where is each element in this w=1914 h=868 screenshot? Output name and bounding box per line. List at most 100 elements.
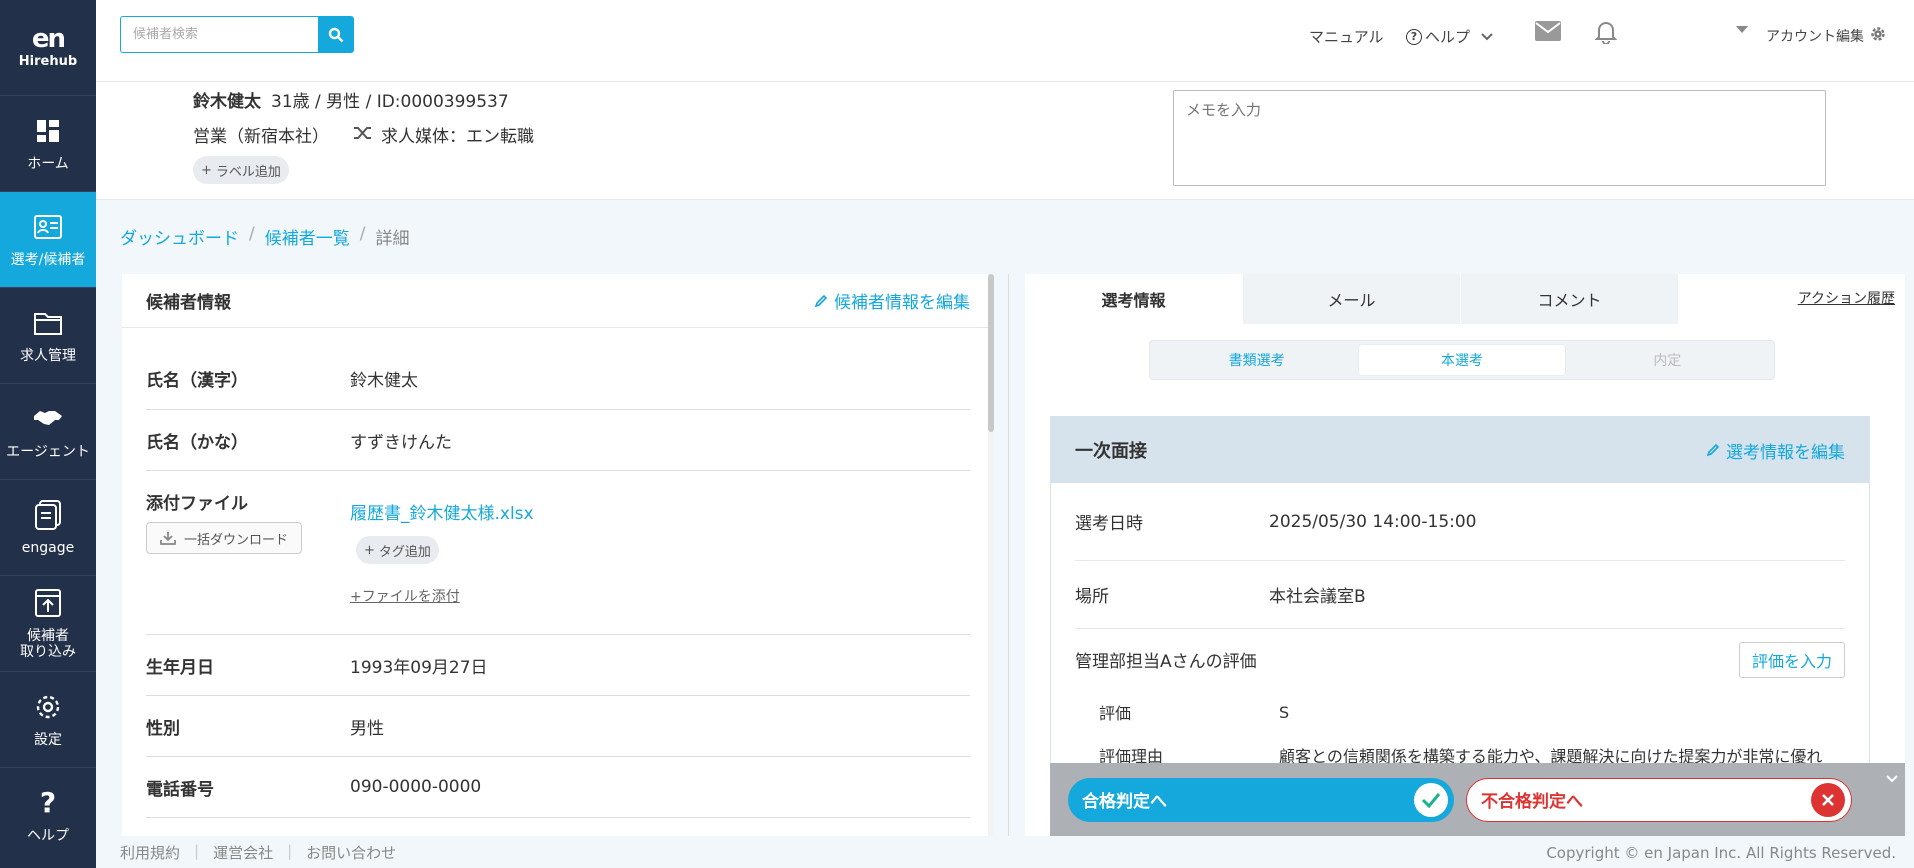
attach-file-link[interactable]: +ファイルを添付 xyxy=(350,586,534,606)
enter-evaluation-button[interactable]: 評価を入力 xyxy=(1738,642,1845,678)
sidebar: en Hirehub ホーム 選考/候補者 求人管理 エージェント engage xyxy=(0,0,96,868)
bulk-download-button[interactable]: 一括ダウンロード xyxy=(146,522,302,554)
breadcrumb: ダッシュボード / 候補者一覧 / 詳細 xyxy=(120,224,409,249)
search-button[interactable] xyxy=(318,16,354,53)
nav-label: 設定 xyxy=(34,731,62,748)
logo-mark: en xyxy=(31,24,66,54)
field-value: 090-0000-0000 xyxy=(350,777,482,797)
candidate-profile-header: 鈴木健太 31歳 / 男性 / ID:0000399537 営業（新宿本社） 求人… xyxy=(96,82,1914,200)
add-tag-label: タグ追加 xyxy=(378,544,431,560)
fail-button[interactable]: 不合格判定へ xyxy=(1466,777,1852,822)
terms-link[interactable]: 利用規約 xyxy=(120,842,180,863)
nav-item-agent[interactable]: エージェント xyxy=(0,384,96,480)
nav-item-help[interactable]: ? ヘルプ xyxy=(0,768,96,864)
nav-item-candidates[interactable]: 選考/候補者 xyxy=(0,192,96,288)
search-box xyxy=(120,16,354,53)
pencil-icon xyxy=(814,294,828,307)
company-link[interactable]: 運営会社 xyxy=(213,842,273,863)
account-label: アカウント編集 xyxy=(1766,29,1864,45)
edit-candidate-link[interactable]: 候補者情報を編集 xyxy=(814,288,970,313)
tab-mail[interactable]: メール xyxy=(1243,274,1461,324)
contact-link[interactable]: お問い合わせ xyxy=(306,842,396,863)
nav-label: 求人管理 xyxy=(20,347,76,364)
candidate-name: 鈴木健太 xyxy=(193,92,261,112)
logo[interactable]: en Hirehub xyxy=(0,0,96,96)
interview-title: 一次面接 xyxy=(1075,441,1147,462)
row-gender: 性別 男性 xyxy=(146,696,970,757)
field-value: すずきけんた xyxy=(350,432,452,453)
breadcrumb-list[interactable]: 候補者一覧 xyxy=(265,224,350,249)
copyright: Copyright © en Japan Inc. All Rights Res… xyxy=(1546,844,1896,862)
account-edit-link[interactable]: アカウント編集 xyxy=(1766,26,1886,46)
help-circle-icon: ? xyxy=(1406,28,1422,45)
id-card-icon xyxy=(33,212,63,242)
nav-item-engage[interactable]: engage xyxy=(0,480,96,576)
gear-icon xyxy=(1870,26,1886,46)
tab-comment[interactable]: コメント xyxy=(1461,274,1679,324)
field-value: 2025/05/30 14:00-15:00 xyxy=(1269,511,1477,532)
import-icon xyxy=(33,588,63,618)
pass-button[interactable]: 合格判定へ xyxy=(1068,777,1454,822)
field-value: 男性 xyxy=(350,718,384,739)
breadcrumb-dashboard[interactable]: ダッシュボード xyxy=(120,224,239,249)
collapse-chevron-icon[interactable] xyxy=(1885,769,1899,788)
candidate-name-line: 鈴木健太 31歳 / 男性 / ID:0000399537 xyxy=(193,87,509,112)
nav-item-jobs[interactable]: 求人管理 xyxy=(0,288,96,384)
pass-label: 合格判定へ xyxy=(1082,792,1167,812)
footer-separator: | xyxy=(194,841,200,860)
candidate-info-panel: 候補者情報 候補者情報を編集 氏名（漢字） 鈴木健太 氏名（かな） すずきけんた… xyxy=(122,274,994,836)
mail-icon[interactable] xyxy=(1535,21,1561,41)
edit-selection-link[interactable]: 選考情報を編集 xyxy=(1706,438,1845,463)
nav-item-import[interactable]: 候補者 取り込み xyxy=(0,576,96,672)
pencil-icon xyxy=(1706,443,1720,457)
field-label: 氏名（かな） xyxy=(146,432,248,453)
nav-label-2: 取り込み xyxy=(20,643,76,660)
stage-main[interactable]: 本選考 xyxy=(1359,345,1565,375)
add-label-button[interactable]: + ラベル追加 xyxy=(193,156,289,184)
search-input[interactable] xyxy=(120,16,318,53)
nav-label: ホーム xyxy=(27,155,69,172)
check-icon xyxy=(1414,782,1448,817)
memo-input[interactable] xyxy=(1173,90,1826,186)
shuffle-icon xyxy=(353,125,373,145)
stage-document[interactable]: 書類選考 xyxy=(1154,345,1359,375)
row-phone: 電話番号 090-0000-0000 xyxy=(146,757,970,818)
action-history-link[interactable]: アクション履歴 xyxy=(1798,288,1895,308)
caret-down-icon[interactable] xyxy=(1736,26,1748,34)
nav-item-home[interactable]: ホーム xyxy=(0,96,96,192)
selection-tabs: 選考情報 メール コメント xyxy=(1025,274,1905,324)
manual-link[interactable]: マニュアル xyxy=(1309,26,1384,47)
edit-candidate-label: 候補者情報を編集 xyxy=(834,293,970,313)
add-tag-button[interactable]: + タグ追加 xyxy=(356,536,439,564)
row-interview-date: 選考日時 2025/05/30 14:00-15:00 xyxy=(1075,483,1845,561)
nav-label: エージェント xyxy=(6,443,90,460)
field-label: 性別 xyxy=(146,718,180,739)
attachment-file-link[interactable]: 履歴書_鈴木健太様.xlsx xyxy=(350,499,534,524)
candidate-dept: 営業（新宿本社） xyxy=(193,127,329,147)
field-value: 1993年09月27日 xyxy=(350,657,488,678)
dashboard-icon xyxy=(33,116,63,146)
breadcrumb-current: 詳細 xyxy=(375,229,410,249)
candidate-info-header: 候補者情報 候補者情報を編集 xyxy=(122,274,994,328)
folder-icon xyxy=(33,308,63,338)
edit-selection-label: 選考情報を編集 xyxy=(1726,442,1845,463)
nav-item-settings[interactable]: 設定 xyxy=(0,672,96,768)
panel-title: 候補者情報 xyxy=(146,293,231,313)
logo-text: Hirehub xyxy=(18,54,78,69)
bell-icon[interactable] xyxy=(1595,20,1617,44)
candidate-meta: 31歳 / 男性 / ID:0000399537 xyxy=(271,92,509,112)
add-label-text: ラベル追加 xyxy=(215,164,281,180)
nav-label: 選考/候補者 xyxy=(10,251,86,268)
attachments-value-col: 履歴書_鈴木健太様.xlsx + タグ追加 +ファイルを添付 xyxy=(350,471,534,634)
scrollbar[interactable] xyxy=(988,274,994,836)
help-menu[interactable]: ? ヘルプ xyxy=(1406,26,1494,47)
field-value: S xyxy=(1279,702,1290,722)
footer-links: 利用規約 | 運営会社 | お問い合わせ xyxy=(120,842,396,863)
footer-separator: | xyxy=(287,841,293,860)
row-birthdate: 生年月日 1993年09月27日 xyxy=(146,635,970,696)
evaluation-title: 管理部担当Aさんの評価 xyxy=(1075,651,1257,672)
handshake-icon xyxy=(33,404,63,434)
tab-selection-info[interactable]: 選考情報 xyxy=(1025,274,1243,324)
scrollbar-thumb[interactable] xyxy=(988,274,994,432)
stage-offer[interactable]: 内定 xyxy=(1565,345,1770,375)
